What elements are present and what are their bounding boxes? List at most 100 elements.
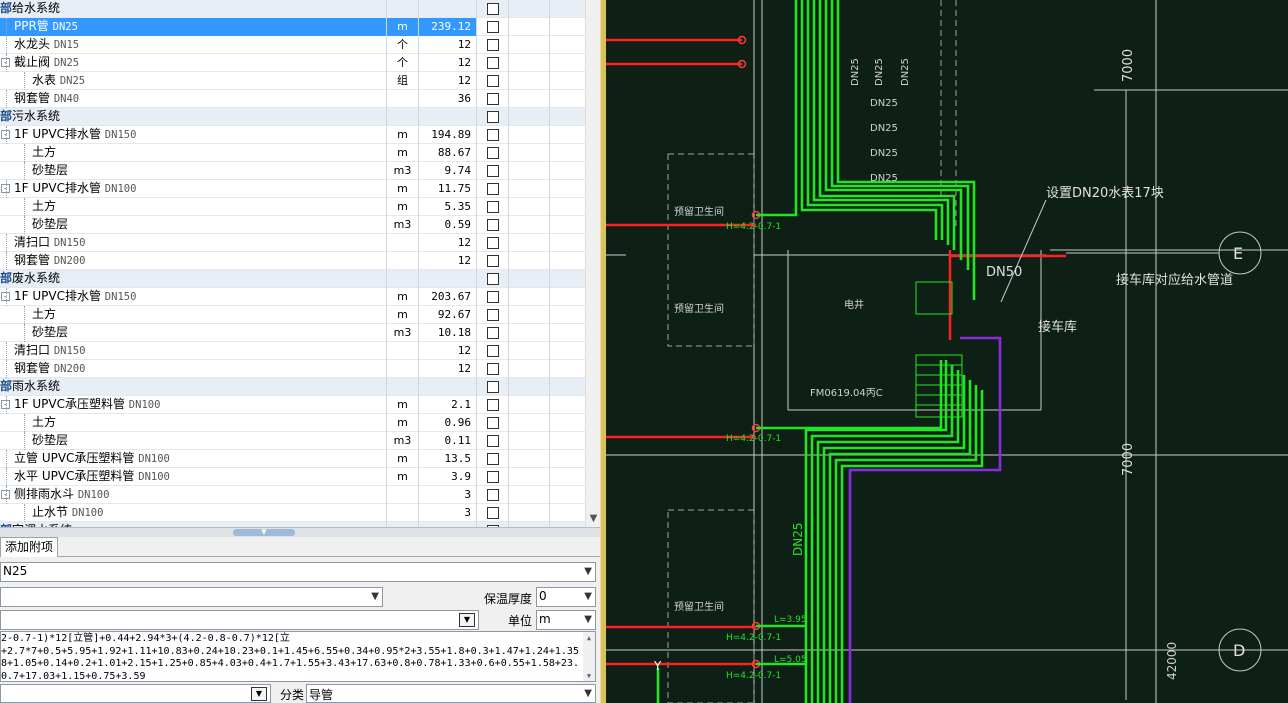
table-row[interactable]: 水龙头 DN15 个 12 (0, 36, 585, 54)
empty-cell[interactable] (550, 108, 585, 126)
row-checkbox[interactable] (487, 3, 499, 15)
empty-cell[interactable] (550, 36, 585, 54)
empty-cell[interactable] (550, 504, 585, 522)
empty-cell[interactable] (509, 18, 550, 36)
table-row[interactable]: - 截止阀 DN25 个 12 (0, 54, 585, 72)
chevron-down-icon[interactable]: ▼ (584, 566, 592, 577)
table-row[interactable]: 土方 m 92.67 (0, 306, 585, 324)
row-checkbox[interactable] (487, 417, 499, 429)
unit-cell[interactable]: m (387, 126, 419, 144)
group-row[interactable]: 部废水系统 (0, 270, 585, 288)
table-row[interactable]: - 侧排雨水斗 DN100 3 (0, 486, 585, 504)
unit-cell[interactable] (387, 486, 419, 504)
empty-cell[interactable] (509, 378, 550, 396)
empty-cell[interactable] (550, 486, 585, 504)
quantity-cell[interactable] (419, 378, 477, 396)
unit-cell[interactable]: m3 (387, 216, 419, 234)
chevron-down-icon[interactable]: ▼ (584, 591, 592, 602)
empty-cell[interactable] (509, 36, 550, 54)
panel-splitter[interactable]: ▼ (0, 527, 600, 537)
unit-cell[interactable] (387, 108, 419, 126)
row-checkbox[interactable] (487, 453, 499, 465)
empty-cell[interactable] (509, 306, 550, 324)
table-row[interactable]: PPR管 DN25 m 239.12 (0, 18, 585, 36)
empty-cell[interactable] (509, 288, 550, 306)
unit-cell[interactable] (387, 270, 419, 288)
quantity-cell[interactable]: 88.67 (419, 144, 477, 162)
name-cell[interactable]: -1F UPVC承压塑料管 DN100 (0, 396, 387, 414)
expand-button[interactable]: ▼ (459, 613, 475, 627)
unit-dropdown[interactable]: m ▼ (536, 610, 596, 630)
name-cell[interactable]: 止水节 DN100 (0, 504, 387, 522)
spec-dropdown[interactable]: ▼ (0, 587, 383, 607)
empty-cell[interactable] (550, 270, 585, 288)
row-checkbox[interactable] (487, 147, 499, 159)
table-row[interactable]: 水平 UPVC承压塑料管 DN100 m 3.9 (0, 468, 585, 486)
row-checkbox[interactable] (487, 237, 499, 249)
empty-cell[interactable] (509, 108, 550, 126)
quantity-cell[interactable]: 3 (419, 486, 477, 504)
empty-cell[interactable] (550, 450, 585, 468)
empty-cell[interactable] (509, 180, 550, 198)
unit-cell[interactable]: m3 (387, 324, 419, 342)
quantity-cell[interactable]: 12 (419, 342, 477, 360)
table-row[interactable]: -1F UPVC承压塑料管 DN100 m 2.1 (0, 396, 585, 414)
tab-add-attachment[interactable]: 添加附项 (0, 537, 59, 557)
empty-cell[interactable] (509, 468, 550, 486)
name-cell[interactable]: 钢套管 DN200 (0, 252, 387, 270)
unit-cell[interactable]: m (387, 468, 419, 486)
scroll-down-icon[interactable]: ▼ (586, 511, 600, 527)
cad-drawing-canvas[interactable]: DN25 DN25 DN25 DN25 DN25 DN25 DN25 预留卫生间… (606, 0, 1288, 703)
name-cell[interactable]: 水龙头 DN15 (0, 36, 387, 54)
quantity-cell[interactable]: 0.96 (419, 414, 477, 432)
group-row[interactable]: 部污水系统 (0, 108, 585, 126)
row-checkbox[interactable] (487, 435, 499, 447)
table-row[interactable]: 清扫口 DN150 12 (0, 234, 585, 252)
table-row[interactable]: 砂垫层 m3 0.59 (0, 216, 585, 234)
unit-cell[interactable]: m (387, 396, 419, 414)
quantity-cell[interactable]: 2.1 (419, 396, 477, 414)
quantity-cell[interactable]: 203.67 (419, 288, 477, 306)
unit-cell[interactable]: 组 (387, 72, 419, 90)
quantity-cell[interactable]: 12 (419, 72, 477, 90)
formula-textarea[interactable]: 2-0.7-1)*12[立管]+0.44+2.94*3+(4.2-0.8-0.7… (0, 631, 596, 682)
name-cell[interactable]: 清扫口 DN150 (0, 342, 387, 360)
quantity-cell[interactable]: 0.11 (419, 432, 477, 450)
unit-cell[interactable]: 个 (387, 54, 419, 72)
quantity-cell[interactable]: 92.67 (419, 306, 477, 324)
empty-cell[interactable] (509, 432, 550, 450)
name-cell[interactable]: 部雨水系统 (0, 378, 387, 396)
quantity-cell[interactable]: 11.75 (419, 180, 477, 198)
name-cell[interactable]: 土方 (0, 306, 387, 324)
empty-cell[interactable] (509, 0, 550, 18)
name-cell[interactable]: PPR管 DN25 (0, 18, 387, 36)
table-row[interactable]: 钢套管 DN40 36 (0, 90, 585, 108)
empty-cell[interactable] (550, 378, 585, 396)
row-checkbox[interactable] (487, 39, 499, 51)
row-checkbox[interactable] (487, 255, 499, 267)
group-row[interactable]: 部给水系统 (0, 0, 585, 18)
quantity-cell[interactable] (419, 108, 477, 126)
empty-cell[interactable] (550, 252, 585, 270)
empty-cell[interactable] (550, 18, 585, 36)
name-cell[interactable]: -1F UPVC排水管 DN150 (0, 288, 387, 306)
row-checkbox[interactable] (487, 93, 499, 105)
empty-cell[interactable] (509, 162, 550, 180)
table-row[interactable]: 清扫口 DN150 12 (0, 342, 585, 360)
row-checkbox[interactable] (487, 309, 499, 321)
unit-cell[interactable]: m (387, 450, 419, 468)
row-checkbox[interactable] (487, 363, 499, 375)
empty-cell[interactable] (550, 72, 585, 90)
table-row[interactable]: -1F UPVC排水管 DN150 m 203.67 (0, 288, 585, 306)
table-row[interactable]: 土方 m 5.35 (0, 198, 585, 216)
empty-cell[interactable] (509, 90, 550, 108)
empty-cell[interactable] (550, 90, 585, 108)
empty-cell[interactable] (550, 288, 585, 306)
unit-cell[interactable] (387, 342, 419, 360)
name-cell[interactable]: 部废水系统 (0, 270, 387, 288)
table-row[interactable]: 水表 DN25 组 12 (0, 72, 585, 90)
table-row[interactable]: 土方 m 88.67 (0, 144, 585, 162)
unit-cell[interactable] (387, 252, 419, 270)
name-cell[interactable]: - 侧排雨水斗 DN100 (0, 486, 387, 504)
empty-cell[interactable] (509, 234, 550, 252)
